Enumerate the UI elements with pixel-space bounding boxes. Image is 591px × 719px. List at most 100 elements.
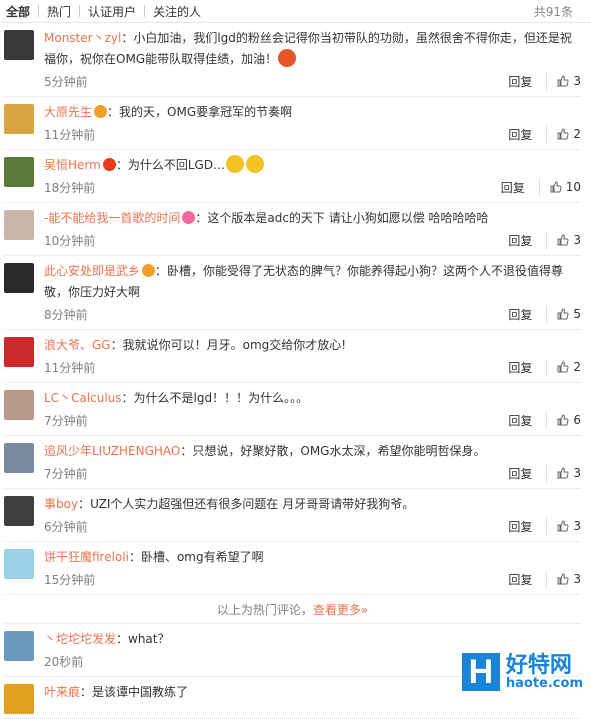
comment-username[interactable]: 大原先生: [44, 105, 92, 119]
comment-text: ：UZI个人实力超强但还有很多问题在 月牙哥哥请带好我狗爷。: [78, 497, 415, 511]
like-button[interactable]: 3: [557, 74, 581, 88]
comment-username[interactable]: 叶来痕: [44, 685, 80, 699]
comment-actions: 回复 3: [508, 72, 581, 90]
comment-body: Monster丶zyl：小白加油，我们lgd的粉丝会记得你当初带队的功勋，虽然很…: [44, 28, 581, 92]
comment-text: ：为什么不回LGD…: [115, 158, 226, 172]
comment-tabs: 全部 热门 认证用户 关注的人 共91条: [0, 0, 591, 23]
comment-item: -能不能给我一首歌的时间 ：这个版本是adc的天下 请让小狗如愿以偿 哈哈哈哈哈 1…: [4, 203, 581, 256]
reply-button[interactable]: 回复: [508, 231, 548, 249]
like-count: 2: [573, 360, 581, 374]
like-button[interactable]: 10: [550, 180, 581, 194]
tab-hot[interactable]: 热门: [39, 3, 79, 20]
like-count: 10: [565, 180, 581, 194]
comment-text: ：小白加油，我们lgd的粉丝会记得你当初带队的功勋，虽然很舍不得你走，但还是祝福…: [44, 31, 572, 66]
comment-username[interactable]: -能不能给我一首歌的时间: [44, 211, 180, 225]
avatar[interactable]: [4, 104, 34, 134]
comment-item: 浪大爷、GG：我就说你可以！月牙。omg交给你才放心! 11分钟前 回复 2: [4, 330, 581, 383]
comment-actions: 回复 3: [508, 231, 581, 249]
comment-time: 8分钟前: [44, 307, 88, 322]
avatar[interactable]: [4, 337, 34, 367]
comment-text: ：我的天，OMG要拿冠军的节奏啊: [107, 105, 293, 119]
reply-button[interactable]: 回复: [508, 358, 548, 376]
comment-body: 此心安处即是武乡 ：卧槽，你能受得了无状态的脾气？你能养得起小狗？这两个人不退役值…: [44, 261, 581, 325]
avatar[interactable]: [4, 549, 34, 579]
comment-username[interactable]: Monster丶zyl: [44, 31, 121, 45]
avatar[interactable]: [4, 631, 34, 661]
comment-text-line: 大原先生 ：我的天，OMG要拿冠军的节奏啊: [44, 102, 581, 123]
user-badge-icon: [142, 264, 156, 277]
emoji-icon: [278, 49, 297, 67]
comment-meta: 11分钟前 回复 2: [44, 356, 581, 378]
avatar[interactable]: [4, 263, 34, 293]
like-button[interactable]: 5: [557, 307, 581, 321]
comment-username[interactable]: LC丶Calculus: [44, 391, 122, 405]
comment-body: LC丶Calculus：为什么不是lgd！！！为什么。。。 7分钟前 回复 6: [44, 388, 581, 431]
comment-time: 7分钟前: [44, 466, 88, 481]
reply-button[interactable]: 回复: [508, 72, 548, 90]
comment-username[interactable]: 追风少年LIUZHENGHAO: [44, 444, 180, 458]
comment-text-line: 吴恒Herm ：为什么不回LGD…: [44, 155, 581, 176]
like-button[interactable]: 3: [557, 519, 581, 533]
avatar[interactable]: [4, 443, 34, 473]
comment-item: 饼干狂魔fireloli：卧槽、omg有希望了啊 15分钟前 回复 3: [4, 542, 581, 595]
like-count: 3: [573, 74, 581, 88]
comment-body: -能不能给我一首歌的时间 ：这个版本是adc的天下 请让小狗如愿以偿 哈哈哈哈哈 1…: [44, 208, 581, 251]
like-button[interactable]: 2: [557, 360, 581, 374]
comment-item: Monster丶zyl：小白加油，我们lgd的粉丝会记得你当初带队的功勋，虽然很…: [4, 23, 581, 97]
comment-username[interactable]: 浪大爷、GG: [44, 338, 111, 352]
reply-button[interactable]: 回复: [501, 178, 540, 196]
comment-item: 此心安处即是武乡 ：卧槽，你能受得了无状态的脾气？你能养得起小狗？这两个人不退役值…: [4, 256, 581, 330]
comment-text-line: 饼干狂魔fireloli：卧槽、omg有希望了啊: [44, 547, 581, 568]
comment-username[interactable]: 丶坨坨坨发发: [44, 632, 116, 646]
tab-following[interactable]: 关注的人: [145, 3, 209, 20]
like-button[interactable]: 3: [557, 233, 581, 247]
comment-time: 6分钟前: [44, 519, 88, 534]
comment-username[interactable]: 饼干狂魔fireloli: [44, 550, 129, 564]
like-button[interactable]: 3: [557, 466, 581, 480]
avatar[interactable]: [4, 30, 34, 60]
comment-username[interactable]: 此心安处即是武乡: [44, 264, 140, 278]
tab-all[interactable]: 全部: [4, 3, 38, 20]
view-more-link[interactable]: 查看更多»: [313, 603, 368, 617]
comment-meta: 7分钟前 回复 3: [44, 462, 581, 484]
avatar[interactable]: [4, 684, 34, 714]
like-count: 3: [573, 233, 581, 247]
comment-username[interactable]: 事boy: [44, 497, 78, 511]
comment-text-line: 浪大爷、GG：我就说你可以！月牙。omg交给你才放心!: [44, 335, 581, 356]
like-count: 3: [573, 519, 581, 533]
comment-time: 10分钟前: [44, 233, 96, 248]
comment-text: ：我就说你可以！月牙。omg交给你才放心!: [110, 338, 347, 352]
emoji-icon: [226, 155, 245, 173]
reply-button[interactable]: 回复: [508, 305, 548, 323]
thumb-up-icon: [557, 308, 569, 320]
comment-meta: 18分钟前 回复 10: [44, 176, 581, 198]
avatar[interactable]: [4, 210, 34, 240]
avatar[interactable]: [4, 496, 34, 526]
user-badge-icon: [94, 105, 108, 118]
comment-body: 浪大爷、GG：我就说你可以！月牙。omg交给你才放心! 11分钟前 回复 2: [44, 335, 581, 378]
comment-username[interactable]: 吴恒Herm: [44, 158, 101, 172]
comment-list: Monster丶zyl：小白加油，我们lgd的粉丝会记得你当初带队的功勋，虽然很…: [0, 23, 591, 719]
reply-button[interactable]: 回复: [508, 517, 548, 535]
comment-time: 11分钟前: [44, 360, 96, 375]
avatar[interactable]: [4, 157, 34, 187]
comment-text-line: -能不能给我一首歌的时间 ：这个版本是adc的天下 请让小狗如愿以偿 哈哈哈哈哈: [44, 208, 581, 229]
comment-meta: 11分钟前 回复 2: [44, 123, 581, 145]
comment-time: 15分钟前: [44, 572, 96, 587]
comment-meta: 7分钟前 回复 6: [44, 409, 581, 431]
avatar[interactable]: [4, 390, 34, 420]
comment-body: 事boy：UZI个人实力超强但还有很多问题在 月牙哥哥请带好我狗爷。 6分钟前 回复…: [44, 494, 581, 537]
comment-text: ：what？: [116, 632, 170, 646]
like-count: 3: [573, 466, 581, 480]
comment-meta: 8分钟前 回复 5: [44, 303, 581, 325]
reply-button[interactable]: 回复: [508, 125, 548, 143]
reply-button[interactable]: 回复: [508, 411, 548, 429]
like-button[interactable]: 6: [557, 413, 581, 427]
reply-button[interactable]: 回复: [508, 570, 548, 588]
like-button[interactable]: 2: [557, 127, 581, 141]
like-button[interactable]: 3: [557, 572, 581, 586]
reply-button[interactable]: 回复: [508, 464, 548, 482]
tab-verified[interactable]: 认证用户: [80, 3, 144, 20]
comment-text-line: LC丶Calculus：为什么不是lgd！！！为什么。。。: [44, 388, 581, 409]
comment-item: 追风少年LIUZHENGHAO：只想说，好聚好散，OMG水太深，希望你能明哲保身…: [4, 436, 581, 489]
